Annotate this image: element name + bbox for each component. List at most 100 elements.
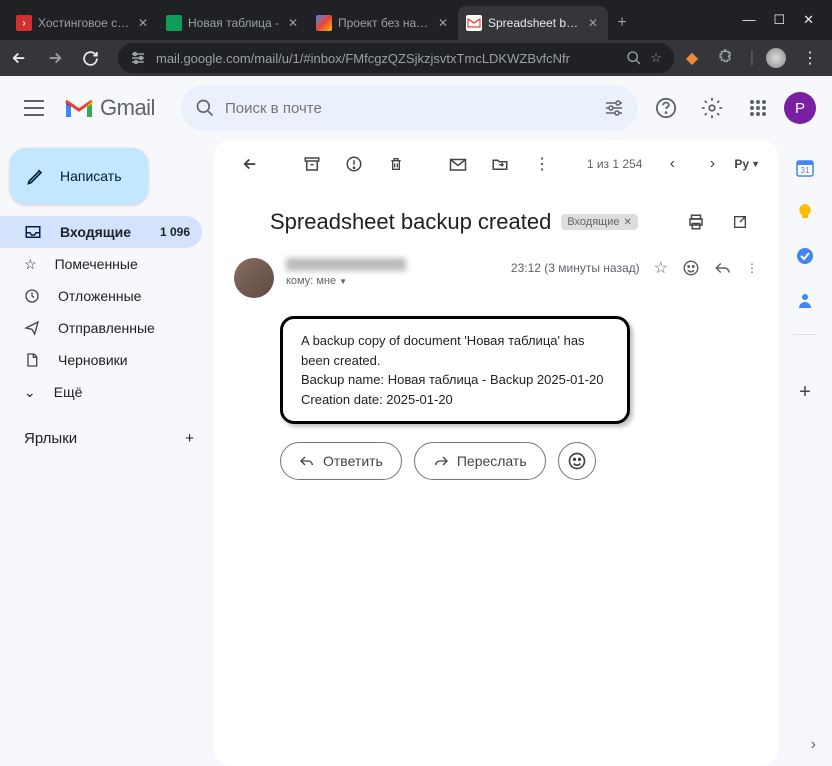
tasks-icon[interactable] bbox=[795, 246, 815, 266]
nav-label: Отложенные bbox=[58, 288, 141, 304]
move-button[interactable] bbox=[482, 146, 518, 182]
more-button[interactable]: ⋮ bbox=[524, 146, 560, 182]
chevron-down-icon: ⌄ bbox=[24, 384, 36, 401]
nav-starred[interactable]: ☆ Помеченные bbox=[0, 248, 202, 280]
sender-name bbox=[286, 258, 406, 271]
collapse-panel-button[interactable]: › bbox=[811, 736, 816, 754]
logo-text: Gmail bbox=[100, 95, 155, 121]
delete-button[interactable] bbox=[378, 146, 414, 182]
spam-button[interactable] bbox=[336, 146, 372, 182]
pencil-icon bbox=[26, 166, 46, 186]
svg-text:31: 31 bbox=[801, 166, 810, 175]
compose-label: Написать bbox=[60, 168, 121, 184]
close-icon[interactable]: ✕ bbox=[586, 16, 600, 30]
calendar-icon[interactable]: 31 bbox=[795, 158, 815, 178]
search-box[interactable] bbox=[181, 85, 638, 131]
add-label-button[interactable]: + bbox=[185, 430, 194, 447]
menu-button[interactable] bbox=[12, 86, 56, 130]
apps-icon[interactable] bbox=[738, 88, 778, 128]
close-window-button[interactable]: ✕ bbox=[803, 12, 814, 28]
open-window-button[interactable] bbox=[722, 204, 758, 240]
search-icon[interactable] bbox=[626, 50, 642, 66]
settings-icon[interactable] bbox=[692, 88, 732, 128]
labels-header: Ярлыки + bbox=[0, 422, 214, 454]
search-icon bbox=[195, 98, 215, 118]
mark-unread-button[interactable] bbox=[440, 146, 476, 182]
separator: | bbox=[750, 49, 754, 67]
site-info-icon[interactable] bbox=[130, 51, 148, 65]
nav-more[interactable]: ⌄ Ещё bbox=[0, 376, 202, 408]
emoji-button[interactable] bbox=[558, 442, 596, 480]
nav-snoozed[interactable]: Отложенные bbox=[0, 280, 202, 312]
inbox-count: 1 096 bbox=[160, 225, 190, 239]
reply-icon bbox=[299, 454, 315, 468]
draft-icon bbox=[24, 352, 40, 368]
keep-icon[interactable] bbox=[795, 202, 815, 222]
browser-tab-0[interactable]: › Хостинговое со… ✕ bbox=[8, 6, 158, 40]
close-icon[interactable]: ✕ bbox=[286, 16, 300, 30]
forward-button[interactable]: Переслать bbox=[414, 442, 546, 480]
browser-tab-2[interactable]: Проект без назв… ✕ bbox=[308, 6, 458, 40]
forward-icon bbox=[433, 454, 449, 468]
forward-label: Переслать bbox=[457, 453, 527, 469]
tab-title: Новая таблица - bbox=[188, 16, 280, 30]
recipient-line[interactable]: кому: мне▼ bbox=[286, 275, 499, 287]
reload-button[interactable] bbox=[82, 50, 106, 67]
reply-button[interactable]: Ответить bbox=[280, 442, 402, 480]
inbox-icon bbox=[24, 223, 42, 241]
close-icon[interactable]: ✕ bbox=[136, 16, 150, 30]
next-button[interactable]: › bbox=[694, 146, 730, 182]
extensions-button[interactable] bbox=[718, 48, 738, 68]
star-button[interactable]: ☆ bbox=[654, 258, 668, 278]
address-bar[interactable]: mail.google.com/mail/u/1/#inbox/FMfcgzQZ… bbox=[118, 43, 674, 73]
sender-avatar[interactable] bbox=[234, 258, 274, 298]
minimize-button[interactable]: — bbox=[742, 12, 755, 28]
tab-title: Проект без назв… bbox=[338, 16, 430, 30]
print-button[interactable] bbox=[678, 204, 714, 240]
gmail-logo[interactable]: Gmail bbox=[64, 95, 155, 121]
subject: Spreadsheet backup created bbox=[270, 209, 551, 235]
search-options-icon[interactable] bbox=[604, 99, 624, 117]
search-input[interactable] bbox=[225, 100, 594, 117]
help-icon[interactable] bbox=[646, 88, 686, 128]
tab-title: Spreadsheet back… bbox=[488, 16, 580, 30]
account-avatar[interactable]: P bbox=[784, 92, 816, 124]
archive-button[interactable] bbox=[294, 146, 330, 182]
close-icon[interactable]: ✕ bbox=[436, 16, 450, 30]
bookmark-icon[interactable]: ☆ bbox=[650, 50, 662, 66]
nav-sent[interactable]: Отправленные bbox=[0, 312, 202, 344]
clock-icon bbox=[24, 288, 40, 304]
nav-label: Черновики bbox=[58, 352, 128, 368]
url-text: mail.google.com/mail/u/1/#inbox/FMfcgzQZ… bbox=[156, 51, 618, 66]
nav-inbox[interactable]: Входящие 1 096 bbox=[0, 216, 202, 248]
maximize-button[interactable]: ☐ bbox=[773, 12, 785, 28]
star-icon: ☆ bbox=[24, 256, 37, 273]
addons-button[interactable]: + bbox=[799, 381, 811, 404]
newtab-button[interactable]: + bbox=[608, 6, 636, 40]
contacts-icon[interactable] bbox=[795, 290, 815, 310]
nav-label: Ещё bbox=[54, 384, 83, 400]
tab-title: Хостинговое со… bbox=[38, 16, 130, 30]
timestamp: 23:12 (3 минуты назад) bbox=[511, 261, 640, 275]
reply-icon[interactable] bbox=[714, 260, 732, 276]
browser-tab-1[interactable]: Новая таблица - ✕ bbox=[158, 6, 308, 40]
input-lang[interactable]: Ру▼ bbox=[734, 157, 760, 171]
msg-more-button[interactable]: ⋮ bbox=[746, 261, 758, 275]
nav-label: Входящие bbox=[60, 224, 131, 240]
browser-tab-3[interactable]: Spreadsheet back… ✕ bbox=[458, 6, 608, 40]
back-button[interactable] bbox=[10, 49, 34, 67]
reply-label: Ответить bbox=[323, 453, 383, 469]
extension-icon[interactable]: ◆ bbox=[686, 48, 706, 68]
forward-button[interactable] bbox=[46, 49, 70, 67]
prev-button[interactable]: ‹ bbox=[654, 146, 690, 182]
nav-label: Помеченные bbox=[55, 256, 138, 272]
nav-label: Отправленные bbox=[58, 320, 155, 336]
label-chip[interactable]: Входящие✕ bbox=[561, 214, 638, 230]
browser-menu-button[interactable]: ⋮ bbox=[798, 48, 822, 68]
emoji-react-button[interactable] bbox=[682, 259, 700, 277]
profile-icon[interactable] bbox=[766, 48, 786, 68]
back-button[interactable] bbox=[232, 146, 268, 182]
message-body: A backup copy of document 'Новая таблица… bbox=[280, 316, 630, 424]
nav-drafts[interactable]: Черновики bbox=[0, 344, 202, 376]
compose-button[interactable]: Написать bbox=[10, 148, 148, 204]
